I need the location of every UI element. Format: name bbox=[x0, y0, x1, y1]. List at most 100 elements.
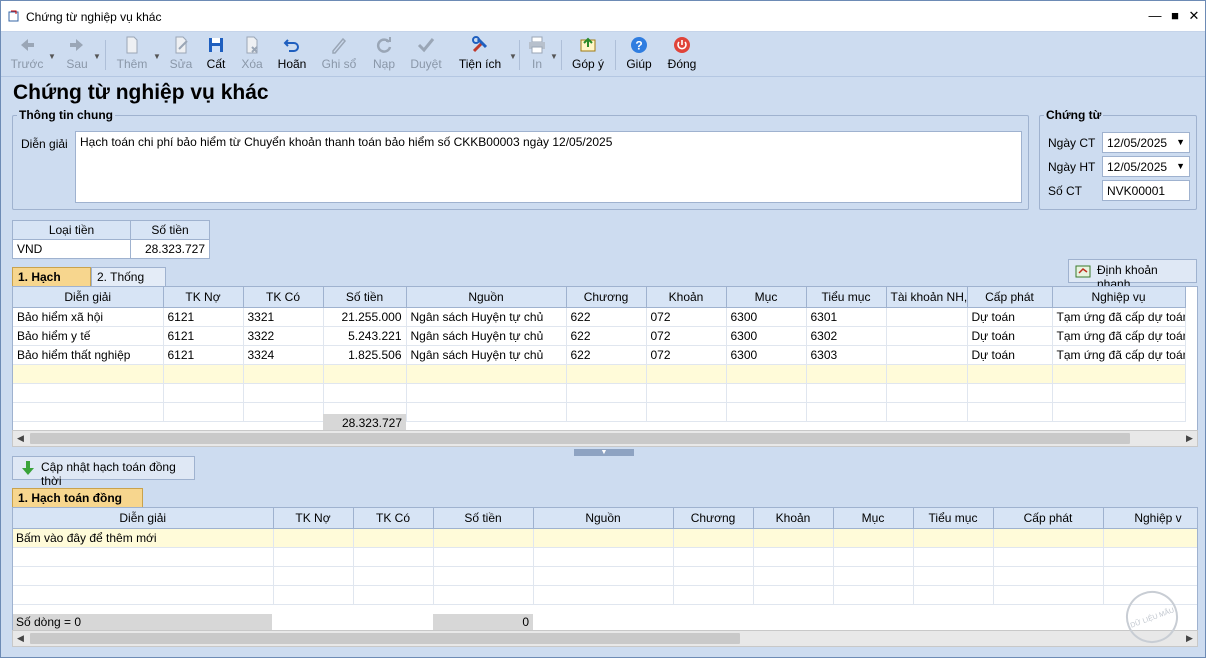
table-cell[interactable]: Ngân sách Huyện tự chủ bbox=[406, 326, 567, 346]
table-cell[interactable] bbox=[646, 402, 727, 422]
table-cell[interactable]: 6303 bbox=[806, 345, 887, 365]
table-cell[interactable] bbox=[13, 566, 274, 586]
table-cell[interactable] bbox=[1052, 383, 1186, 403]
table-cell[interactable]: 072 bbox=[646, 326, 727, 346]
table-cell[interactable] bbox=[13, 364, 164, 384]
table-cell[interactable] bbox=[1103, 547, 1197, 567]
table-cell[interactable]: Tạm ứng đã cấp dự toán bbox=[1052, 307, 1186, 327]
table-cell[interactable] bbox=[673, 585, 754, 605]
table-cell[interactable] bbox=[533, 528, 674, 548]
table-row-empty[interactable] bbox=[13, 566, 1197, 586]
date-ct-picker[interactable]: 12/05/2025 ▼ bbox=[1102, 132, 1190, 153]
table-cell[interactable] bbox=[913, 566, 994, 586]
table-cell[interactable] bbox=[673, 547, 754, 567]
table-cell[interactable] bbox=[886, 326, 968, 346]
table-cell[interactable] bbox=[273, 547, 354, 567]
table-cell[interactable] bbox=[533, 566, 674, 586]
table-row[interactable]: Bảo hiểm thất nghiệp 6121 3324 1.825.506 Ngâ… bbox=[13, 345, 1186, 365]
table-cell[interactable] bbox=[273, 528, 354, 548]
scroll-left-icon[interactable]: ◀ bbox=[13, 431, 28, 446]
table-cell[interactable] bbox=[913, 547, 994, 567]
table-cell[interactable] bbox=[726, 402, 807, 422]
quick-entry-button[interactable]: Định khoản nhanh bbox=[1068, 259, 1197, 291]
table-cell[interactable]: Bảo hiểm thất nghiệp bbox=[13, 345, 164, 365]
table-cell[interactable] bbox=[433, 566, 534, 586]
table-cell[interactable] bbox=[967, 383, 1053, 403]
table-cell[interactable]: 6302 bbox=[806, 326, 887, 346]
table-cell[interactable] bbox=[243, 383, 324, 403]
accounting-hscroll[interactable]: ◀ ▶ bbox=[12, 430, 1198, 447]
update-simultaneous-button[interactable]: Cập nhật hạch toán đồng thời bbox=[12, 456, 195, 488]
table-cell[interactable]: Dự toán bbox=[967, 345, 1053, 365]
table-cell[interactable] bbox=[913, 585, 994, 605]
column-header[interactable]: Số tiền bbox=[433, 508, 534, 529]
save-button[interactable]: Cất bbox=[203, 35, 229, 75]
table-row[interactable]: Bảo hiểm xã hội 6121 3321 21.255.000 Ngân sá… bbox=[13, 307, 1186, 327]
column-header[interactable]: Nguồn bbox=[533, 508, 674, 529]
column-header[interactable]: Tiểu mục bbox=[913, 508, 994, 529]
chevron-down-icon[interactable]: ▼ bbox=[1176, 161, 1185, 171]
table-cell[interactable] bbox=[433, 585, 534, 605]
print-button[interactable]: In bbox=[526, 35, 548, 75]
table-cell[interactable] bbox=[13, 383, 164, 403]
table-cell[interactable] bbox=[967, 364, 1053, 384]
column-header[interactable]: Tài khoản NH, bbox=[886, 287, 968, 308]
edit-button[interactable]: Sửa bbox=[167, 35, 195, 75]
scroll-right-icon[interactable]: ▶ bbox=[1182, 631, 1197, 646]
table-cell[interactable]: Dự toán bbox=[967, 326, 1053, 346]
table-cell[interactable] bbox=[967, 402, 1053, 422]
approve-button[interactable]: Duyệt bbox=[408, 35, 444, 75]
table-cell[interactable] bbox=[833, 528, 914, 548]
table-cell[interactable]: 6121 bbox=[163, 326, 244, 346]
table-row-empty[interactable] bbox=[13, 383, 1186, 403]
column-header[interactable]: TK Có bbox=[353, 508, 434, 529]
table-cell[interactable] bbox=[353, 566, 434, 586]
table-row[interactable]: Bảo hiểm y tế 6121 3322 5.243.221 Ngân sách … bbox=[13, 326, 1186, 346]
date-ht-picker[interactable]: 12/05/2025 ▼ bbox=[1102, 156, 1190, 177]
column-header[interactable]: TK Nợ bbox=[273, 508, 354, 529]
table-cell[interactable]: 622 bbox=[566, 345, 647, 365]
back-button[interactable]: Trước bbox=[9, 35, 45, 75]
column-header[interactable]: Nghiệp v bbox=[1103, 508, 1197, 529]
tab-statistics[interactable]: 2. Thống kê bbox=[91, 267, 166, 298]
column-header[interactable]: Số tiền bbox=[323, 287, 407, 308]
table-cell[interactable] bbox=[566, 383, 647, 403]
table-cell[interactable] bbox=[406, 364, 567, 384]
table-row-empty[interactable] bbox=[13, 364, 1186, 384]
chevron-down-icon[interactable]: ▼ bbox=[1176, 137, 1185, 147]
table-cell[interactable] bbox=[993, 528, 1104, 548]
column-header[interactable]: Nghiệp vụ bbox=[1052, 287, 1186, 308]
column-header[interactable]: Chương bbox=[673, 508, 754, 529]
column-header[interactable]: Khoản bbox=[646, 287, 727, 308]
add-new-cell[interactable]: Bấm vào đây để thêm mới bbox=[13, 528, 274, 548]
table-cell[interactable] bbox=[833, 585, 914, 605]
table-cell[interactable] bbox=[433, 528, 534, 548]
splitter-handle[interactable]: ▼ bbox=[574, 449, 634, 456]
table-cell[interactable] bbox=[1103, 528, 1197, 548]
table-cell[interactable] bbox=[913, 528, 994, 548]
table-cell[interactable] bbox=[13, 585, 274, 605]
table-cell[interactable] bbox=[886, 307, 968, 327]
table-cell[interactable] bbox=[273, 585, 354, 605]
tab-accounting[interactable]: 1. Hạch toán bbox=[12, 267, 91, 298]
table-cell[interactable]: 5.243.221 bbox=[323, 326, 407, 346]
table-cell[interactable] bbox=[993, 585, 1104, 605]
column-header[interactable]: Mục bbox=[833, 508, 914, 529]
table-cell[interactable] bbox=[833, 547, 914, 567]
table-cell[interactable] bbox=[886, 383, 968, 403]
delete-button[interactable]: Xóa bbox=[237, 35, 267, 75]
utilities-button[interactable]: Tiện ích bbox=[457, 35, 503, 75]
scroll-thumb[interactable] bbox=[30, 633, 740, 644]
table-cell[interactable]: Tạm ứng đã cấp dự toán bbox=[1052, 326, 1186, 346]
table-cell[interactable] bbox=[406, 402, 567, 422]
table-cell[interactable] bbox=[1103, 566, 1197, 586]
table-cell[interactable] bbox=[673, 566, 754, 586]
table-cell[interactable]: 072 bbox=[646, 307, 727, 327]
undo-button[interactable]: Hoãn bbox=[275, 35, 309, 75]
table-cell[interactable]: 21.255.000 bbox=[323, 307, 407, 327]
currency-type-cell[interactable]: VND bbox=[12, 239, 131, 259]
table-cell[interactable] bbox=[1052, 364, 1186, 384]
table-cell[interactable] bbox=[163, 402, 244, 422]
table-cell[interactable] bbox=[886, 345, 968, 365]
table-cell[interactable]: Bảo hiểm xã hội bbox=[13, 307, 164, 327]
